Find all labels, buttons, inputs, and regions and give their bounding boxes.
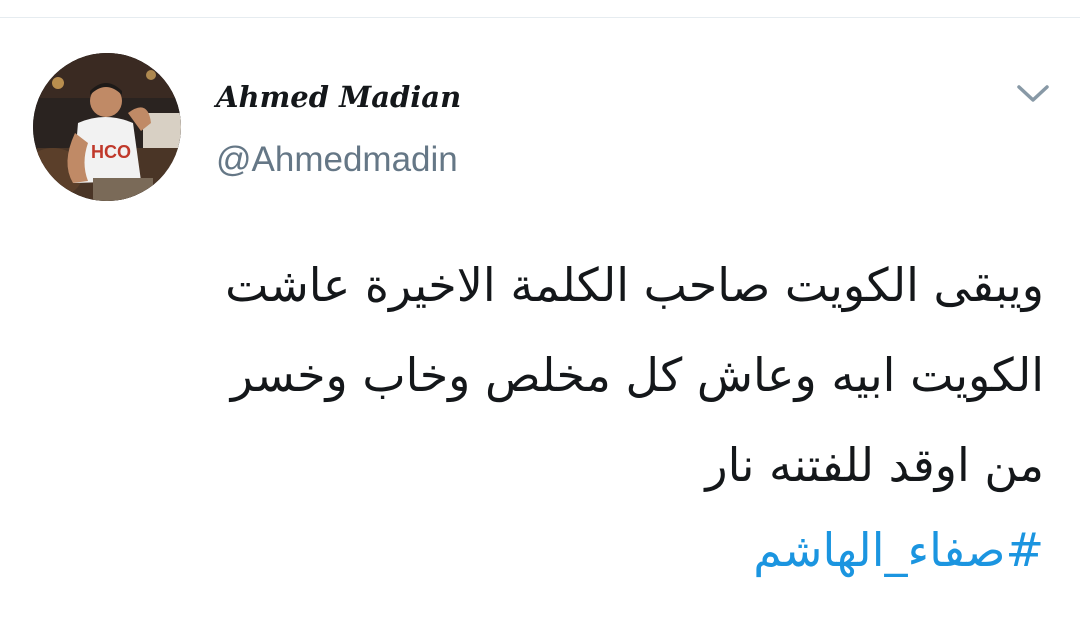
tweet-header: HCO Ahmed Madian @Ahmedmadin xyxy=(0,0,1080,220)
tweet-text: ويبقى الكويت صاحب الكلمة الاخيرة عاشت ال… xyxy=(84,240,1044,510)
svg-text:HCO: HCO xyxy=(91,142,131,162)
display-name[interactable]: Ahmed Madian xyxy=(216,80,461,114)
avatar-photo: HCO xyxy=(33,53,181,201)
tweet-text-line: من اوقد للفتنه نار xyxy=(705,438,1044,492)
chevron-down-icon[interactable] xyxy=(1015,80,1051,106)
user-handle[interactable]: @Ahmedmadin xyxy=(216,140,458,180)
avatar[interactable]: HCO xyxy=(33,53,181,201)
hashtag-link[interactable]: #صفاء_الهاشم xyxy=(753,510,1044,590)
tweet-text-line: الكويت ابيه وعاش كل مخلص وخاب وخسر xyxy=(230,348,1044,402)
tweet-text-line: ويبقى الكويت صاحب الكلمة الاخيرة عاشت xyxy=(225,258,1044,312)
